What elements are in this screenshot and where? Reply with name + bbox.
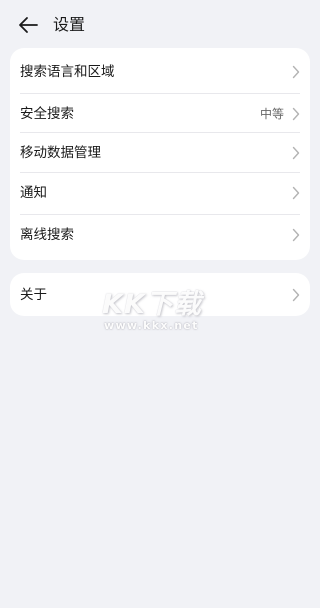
chevron-right-icon <box>292 186 300 200</box>
chevron-right-icon <box>292 107 300 121</box>
back-button[interactable] <box>14 12 42 38</box>
settings-item-label: 搜索语言和区域 <box>20 64 115 80</box>
app-header: 设置 <box>0 0 320 48</box>
settings-item-mobile-data[interactable]: 移动数据管理 <box>10 133 310 173</box>
settings-item-about[interactable]: 关于 <box>10 273 310 316</box>
about-label: 关于 <box>20 287 47 303</box>
chevron-right-icon <box>292 288 300 302</box>
watermark-url: www.kkx.net <box>104 319 199 332</box>
settings-card: 搜索语言和区域 安全搜索 中等 移动数据管理 通知 离线搜索 <box>10 48 310 260</box>
chevron-right-icon <box>292 146 300 160</box>
settings-item-search-language-region[interactable]: 搜索语言和区域 <box>10 48 310 96</box>
settings-item-notifications[interactable]: 通知 <box>10 173 310 214</box>
about-card: 关于 <box>10 273 310 316</box>
chevron-right-icon <box>292 65 300 79</box>
arrow-left-icon <box>19 17 38 33</box>
chevron-right-icon <box>292 228 300 242</box>
page-title: 设置 <box>53 15 86 34</box>
settings-item-offline-search[interactable]: 离线搜索 <box>10 215 310 260</box>
settings-item-label: 移动数据管理 <box>20 145 101 161</box>
settings-item-label: 安全搜索 <box>20 106 74 122</box>
settings-item-label: 离线搜索 <box>20 227 74 243</box>
safe-search-value: 中等 <box>259 107 284 121</box>
settings-item-label: 通知 <box>20 185 47 201</box>
settings-item-safe-search[interactable]: 安全搜索 中等 <box>10 94 310 134</box>
